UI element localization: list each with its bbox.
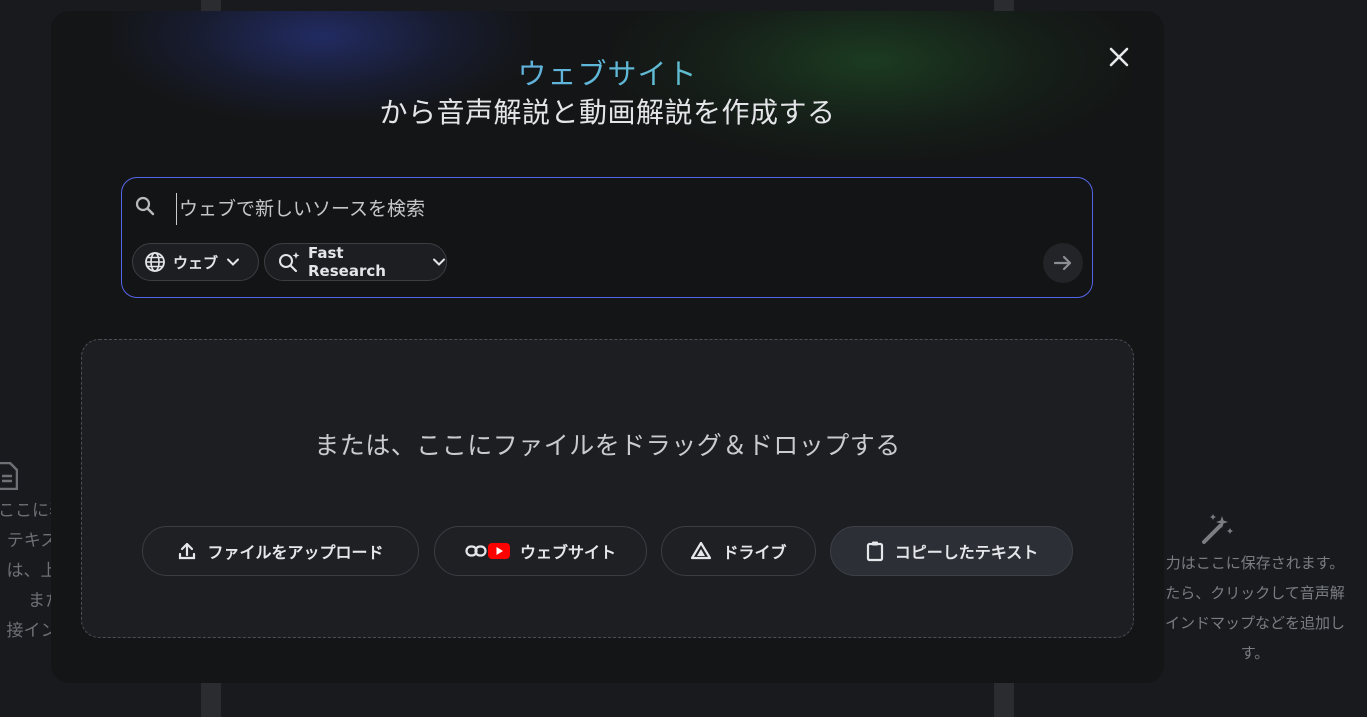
add-drive-button[interactable]: ドライブ [661,526,816,576]
sparkle-search-icon [279,252,300,273]
dialog-title-highlight: ウェブサイト [51,51,1164,93]
globe-icon [145,252,165,272]
research-mode-dropdown[interactable]: Fast Research [264,243,447,281]
drop-zone-text: または、ここにファイルをドラッグ＆ドロップする [314,431,901,460]
source-type-label: ウェブ [173,253,219,272]
dialog-title: から音声解説と動画解説を作成する [379,96,836,129]
web-search-box: ウェブ Fast Research [121,177,1093,298]
paste-text-button[interactable]: コピーしたテキスト [830,526,1073,576]
youtube-icon [487,543,510,559]
drive-icon [691,541,712,560]
arrow-right-icon [1053,255,1072,271]
clipboard-icon [866,541,883,562]
background-right-empty-text: 力はここに保存されます。 たら、クリックして音声解 インドマップなどを追加し す… [1164,554,1345,662]
chevron-down-icon [433,258,445,266]
research-mode-label: Fast Research [308,244,386,280]
file-drop-zone[interactable]: または、ここにファイルをドラッグ＆ドロップする ファイルをアップロード ウェブサ… [81,339,1134,638]
search-icon [135,196,155,216]
search-input[interactable] [176,193,1041,225]
submit-search-button[interactable] [1043,243,1083,283]
add-source-dialog: ウェブサイト から音声解説と動画解説を作成する ウェブで新しいソースを検索 ウェ… [51,11,1164,683]
paste-text-label: コピーしたテキスト [894,543,1039,562]
add-drive-label: ドライブ [722,543,787,562]
source-type-dropdown[interactable]: ウェブ [132,243,259,281]
add-website-button[interactable]: ウェブサイト [434,526,647,576]
upload-icon [179,542,196,560]
chevron-down-icon [227,258,240,266]
magic-wand-icon [1202,514,1233,544]
link-icon [465,545,487,557]
add-website-label: ウェブサイト [519,543,616,562]
upload-file-button[interactable]: ファイルをアップロード [142,526,419,576]
upload-file-label: ファイルをアップロード [207,543,384,562]
